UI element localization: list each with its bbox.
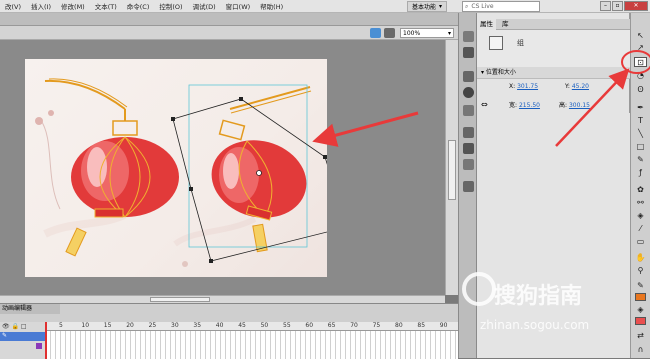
sogou-logo-icon <box>462 272 496 306</box>
watermark-url: zhinan.sogou.com <box>480 318 590 332</box>
watermark-brand: 搜狗指南 <box>494 284 583 309</box>
annotation-arrow-right <box>555 68 630 147</box>
annotation-circle <box>621 50 650 74</box>
annotation-arrow-left <box>312 111 419 147</box>
